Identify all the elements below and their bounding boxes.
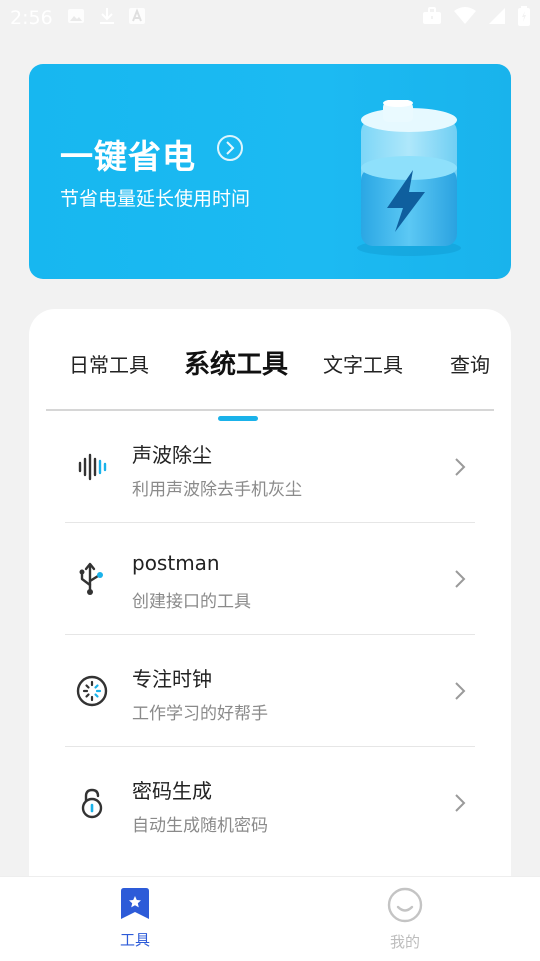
banner-title: 一键省电: [60, 137, 196, 176]
list-item[interactable]: 声波除尘 利用声波除去手机灰尘: [29, 411, 511, 523]
wifi-icon: [454, 7, 476, 29]
nav-mine[interactable]: 我的: [365, 887, 445, 952]
battery-charging-icon: [347, 99, 467, 264]
chevron-right-icon: [454, 681, 466, 705]
chevron-right-icon: [454, 793, 466, 817]
banner-subtitle: 节省电量延长使用时间: [60, 188, 251, 210]
image-icon: [67, 7, 85, 29]
nav-mine-label: 我的: [389, 933, 420, 951]
tool-desc: 自动生成随机密码: [132, 816, 268, 836]
tool-desc: 利用声波除去手机灰尘: [132, 480, 302, 500]
tool-list: 声波除尘 利用声波除去手机灰尘 postman 创建接口的工具 专注时钟 工作学…: [29, 411, 511, 859]
download-icon: [99, 7, 115, 29]
tool-title: 声波除尘: [132, 443, 212, 467]
tool-tabs: 日常工具 系统工具 文字工具 查询: [29, 339, 511, 421]
a-notification-icon: [128, 8, 145, 28]
power-saving-banner[interactable]: 一键省电 节省电量延长使用时间: [29, 64, 511, 279]
nav-tools-label: 工具: [119, 931, 150, 949]
list-item[interactable]: postman 创建接口的工具: [29, 523, 511, 635]
lock-icon: [74, 785, 110, 821]
sound-wave-icon: [74, 449, 110, 485]
nav-tools[interactable]: 工具: [95, 887, 175, 950]
list-item[interactable]: 密码生成 自动生成随机密码: [29, 747, 511, 859]
status-time: 2:56: [10, 7, 53, 29]
star-bookmark-icon: [121, 888, 149, 919]
signal-icon: [488, 7, 506, 29]
tool-title: 密码生成: [132, 779, 212, 803]
tab-text-tools[interactable]: 文字工具: [323, 349, 403, 378]
tab-daily-tools[interactable]: 日常工具: [69, 349, 149, 378]
tool-title: 专注时钟: [132, 667, 212, 691]
tool-desc: 创建接口的工具: [132, 592, 251, 612]
list-item[interactable]: 专注时钟 工作学习的好帮手: [29, 635, 511, 747]
tools-card: 日常工具 系统工具 文字工具 查询 声波除尘 利用声波除去手机灰尘 postma…: [29, 309, 511, 909]
arrow-circle-icon[interactable]: [217, 135, 243, 161]
tab-system-tools[interactable]: 系统工具: [184, 344, 288, 381]
battery-icon: [518, 6, 530, 30]
chevron-right-icon: [454, 569, 466, 593]
usb-icon: [74, 561, 110, 597]
briefcase-icon: [422, 7, 442, 29]
status-bar: 2:56: [0, 0, 540, 36]
tool-title: postman: [132, 551, 220, 575]
chevron-right-icon: [454, 457, 466, 481]
smile-face-icon: [387, 887, 423, 923]
bottom-nav: 工具 我的: [0, 876, 540, 961]
tab-query[interactable]: 查询: [450, 349, 490, 378]
clock-dial-icon: [74, 673, 110, 709]
tool-desc: 工作学习的好帮手: [132, 704, 268, 724]
